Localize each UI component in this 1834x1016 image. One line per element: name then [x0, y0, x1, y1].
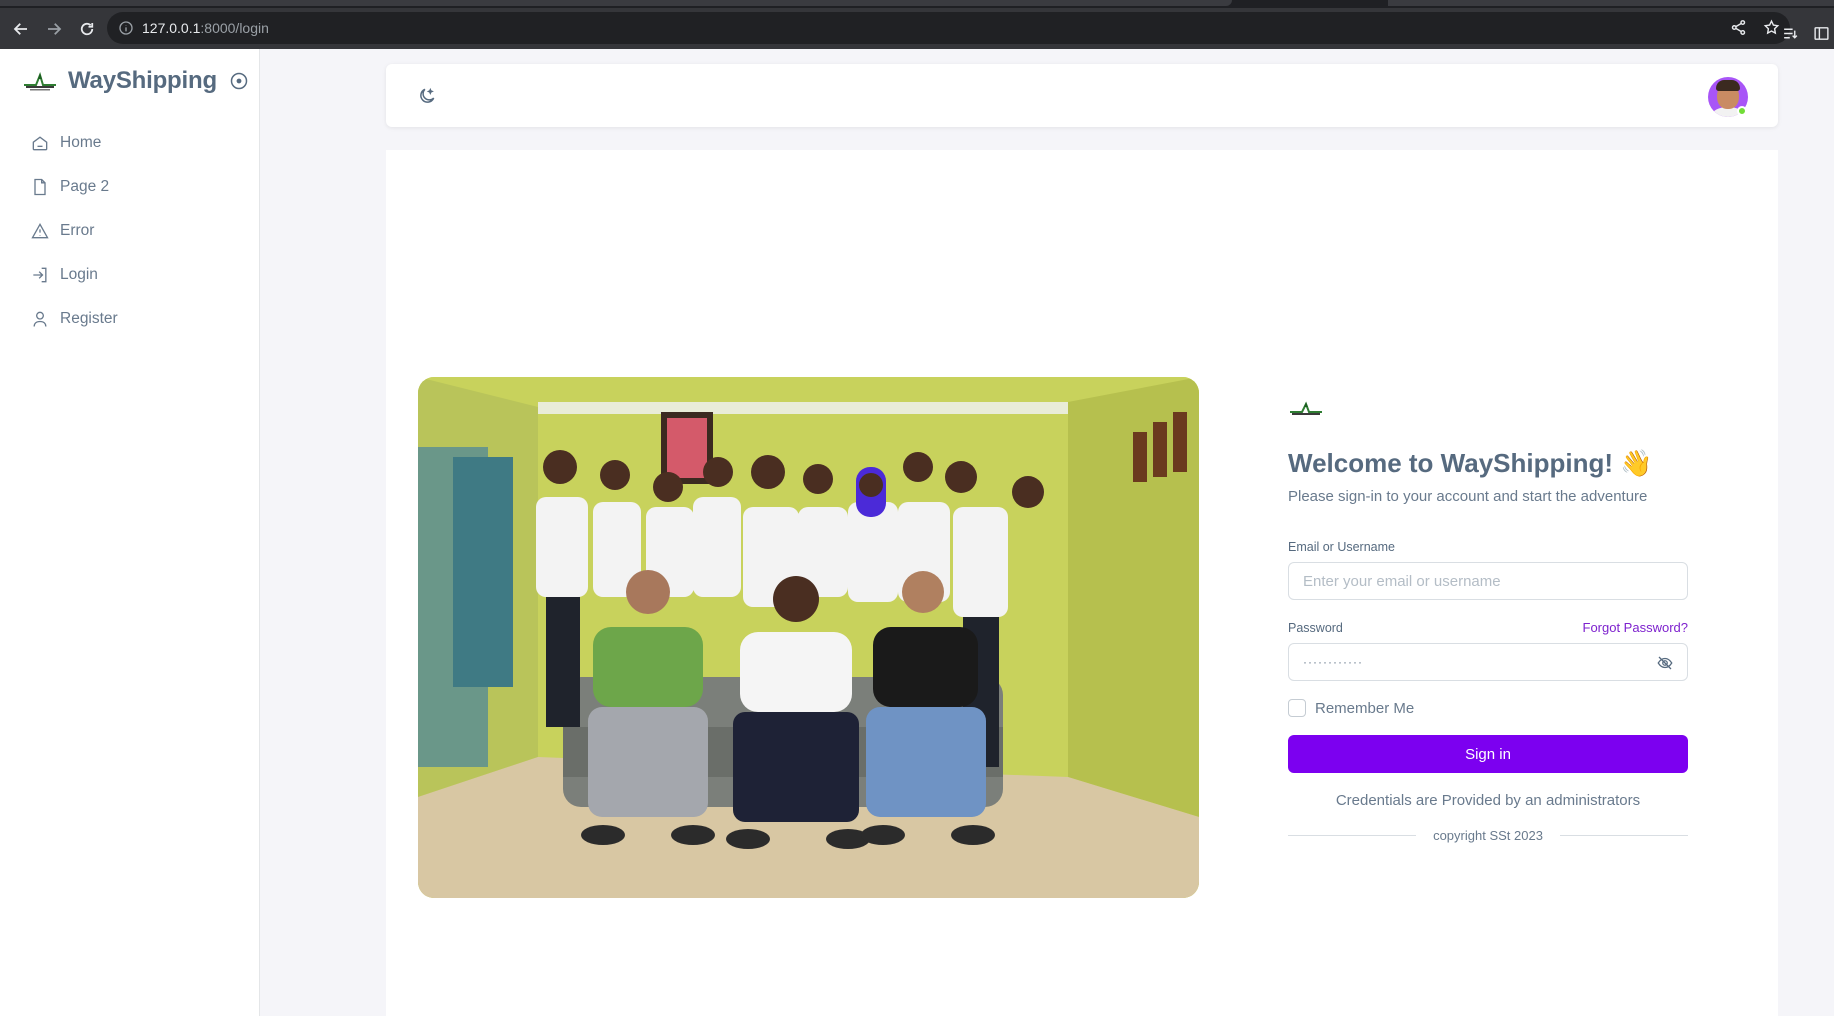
moon-icon[interactable]	[417, 86, 437, 106]
email-label: Email or Username	[1288, 540, 1395, 554]
brand-logo	[24, 71, 56, 91]
browser-tab[interactable]	[1388, 0, 1834, 6]
team-photo	[418, 377, 1199, 898]
address-bar[interactable]: 127.0.0.1:8000/login	[107, 12, 1790, 44]
browser-tab[interactable]	[0, 0, 1232, 6]
reload-icon[interactable]	[75, 17, 99, 41]
info-icon[interactable]	[118, 20, 134, 36]
page-title: Welcome to WayShipping! 👋	[1288, 448, 1653, 478]
brand-name: WayShipping	[68, 67, 217, 94]
avatar-hair	[1716, 80, 1740, 91]
login-panel: Welcome to WayShipping! 👋 Please sign-in…	[1288, 400, 1689, 843]
url-text: 127.0.0.1:8000/login	[142, 20, 269, 36]
eye-off-icon[interactable]	[1656, 654, 1674, 672]
sidebar-item-label: Home	[60, 134, 102, 151]
sidebar-item-label: Page 2	[60, 178, 110, 195]
browser-toolbar: 127.0.0.1:8000/login	[0, 8, 1834, 49]
copyright-divider: copyright SSt 2023	[1288, 828, 1689, 843]
email-field[interactable]: Enter your email or username	[1288, 562, 1688, 600]
divider-line	[1559, 835, 1689, 836]
bookmark-star-icon[interactable]	[1763, 19, 1780, 36]
forward-icon[interactable]	[42, 17, 66, 41]
home-icon	[32, 136, 48, 151]
remember-me[interactable]: Remember Me	[1288, 699, 1688, 717]
team-photo-illustration	[418, 377, 1199, 898]
remember-me-checkbox[interactable]	[1288, 699, 1306, 717]
side-panel-icon[interactable]	[1813, 25, 1830, 42]
user-icon	[33, 311, 47, 327]
share-icon[interactable]	[1730, 19, 1747, 36]
file-icon	[34, 178, 46, 196]
credentials-note: Credentials are Provided by an administr…	[1335, 792, 1641, 809]
sidebar: WayShipping Home Page 2 Error Login Regi…	[0, 49, 260, 1016]
sign-in-button[interactable]: Sign in	[1288, 735, 1688, 773]
sidebar-item-register[interactable]: Register	[0, 297, 259, 341]
reading-list-icon[interactable]	[1782, 25, 1799, 42]
sidebar-item-login[interactable]: Login	[0, 253, 259, 297]
divider-line	[1288, 835, 1417, 836]
sidebar-item-page-2[interactable]: Page 2	[0, 165, 259, 209]
collapse-toggle-icon[interactable]	[229, 71, 249, 91]
password-value: ············	[1303, 655, 1363, 669]
url-path: :8000/login	[200, 20, 269, 36]
back-icon[interactable]	[9, 17, 33, 41]
password-field[interactable]: ············	[1288, 643, 1688, 681]
top-navbar	[386, 64, 1778, 127]
sidebar-item-label: Register	[60, 310, 118, 327]
login-icon	[33, 267, 47, 283]
forgot-password-link[interactable]: Forgot Password?	[1583, 620, 1689, 635]
sidebar-menu: Home Page 2 Error Login Register	[0, 121, 259, 341]
alert-icon	[31, 222, 49, 239]
remember-me-label: Remember Me	[1315, 699, 1415, 717]
url-host: 127.0.0.1	[142, 20, 201, 36]
sidebar-item-home[interactable]: Home	[0, 121, 259, 165]
brand-logo	[1290, 401, 1322, 415]
page-subtitle: Please sign-in to your account and start…	[1288, 488, 1648, 505]
content-card: Welcome to WayShipping! 👋 Please sign-in…	[386, 150, 1778, 1016]
sidebar-item-label: Login	[60, 266, 98, 283]
password-label: Password	[1288, 621, 1343, 635]
email-placeholder: Enter your email or username	[1303, 572, 1501, 590]
copyright-text: copyright SSt 2023	[1433, 828, 1543, 843]
sidebar-item-error[interactable]: Error	[0, 209, 259, 253]
sidebar-item-label: Error	[60, 222, 95, 239]
brand[interactable]: WayShipping	[0, 49, 259, 113]
online-status-dot	[1737, 106, 1747, 116]
